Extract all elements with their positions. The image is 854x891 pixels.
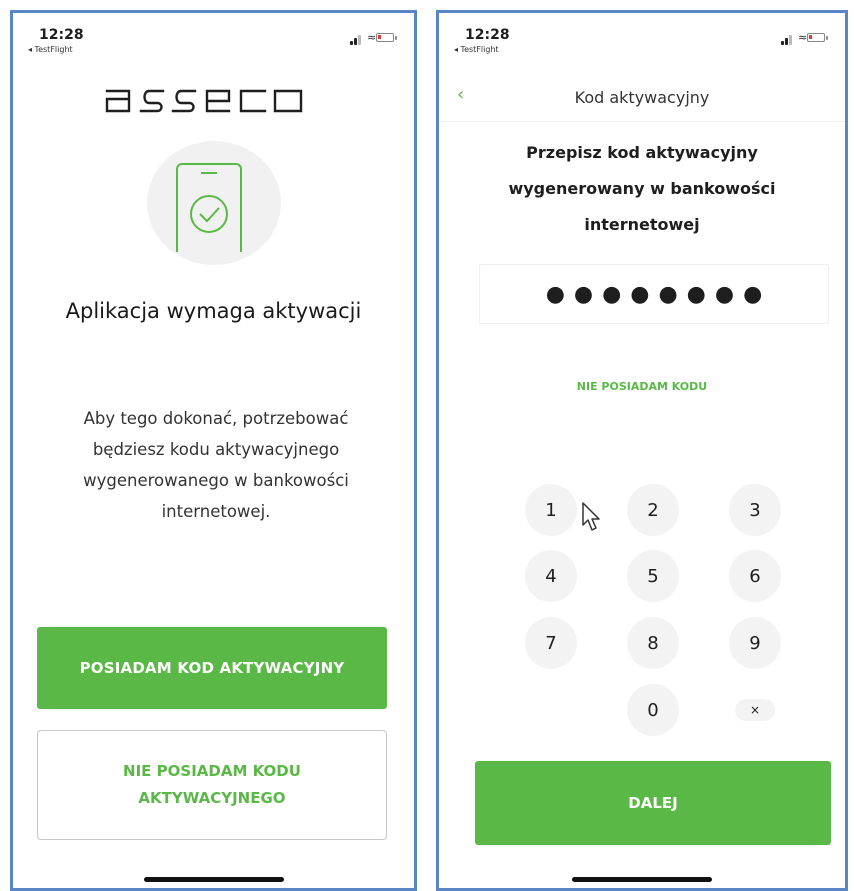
- keypad-key-4[interactable]: 4: [525, 550, 577, 602]
- no-code-link[interactable]: NIE POSIADAM KODU: [439, 380, 845, 393]
- code-instruction: Przepisz kod aktywacyjny wygenerowany w …: [508, 143, 776, 234]
- page-title: Aplikacja wymaga aktywacji: [65, 299, 362, 323]
- back-to-testflight-link[interactable]: ◂ TestFlight: [454, 45, 499, 54]
- keypad-clear-button[interactable]: ×: [735, 699, 775, 721]
- signal-icon: [781, 41, 784, 45]
- status-time: 12:28: [39, 27, 84, 43]
- battery-icon: [376, 33, 397, 42]
- wifi-icon: ≈: [798, 31, 808, 44]
- system-icons: ≈: [350, 31, 397, 45]
- no-activation-code-label: NIE POSIADAM KODU AKTYWACYJNEGO: [123, 762, 301, 807]
- no-activation-code-button[interactable]: NIE POSIADAM KODU AKTYWACYJNEGO: [37, 730, 387, 840]
- masked-code: ●●●●●●●●: [545, 281, 772, 307]
- system-icons: ≈: [781, 31, 828, 45]
- phone-check-icon: [176, 163, 242, 252]
- status-bar: 12:28 ◂ TestFlight ≈: [13, 13, 414, 61]
- activation-intro-screen: 12:28 ◂ TestFlight ≈ Aplikacja wymaga ak…: [10, 10, 417, 891]
- back-to-testflight-link[interactable]: ◂ TestFlight: [28, 45, 73, 54]
- keypad-key-1[interactable]: 1: [525, 484, 577, 536]
- status-bar: 12:28 ◂ TestFlight ≈: [439, 13, 845, 61]
- activation-description: Aby tego dokonać, potrzebować będziesz k…: [83, 409, 349, 521]
- navigation-bar: ‹ Kod aktywacyjny: [439, 81, 845, 122]
- wifi-icon: ≈: [367, 31, 377, 44]
- home-indicator: [572, 877, 712, 882]
- have-activation-code-button[interactable]: POSIADAM KOD AKTYWACYJNY: [37, 627, 387, 709]
- asseco-logo: [105, 89, 303, 113]
- keypad-key-2[interactable]: 2: [627, 484, 679, 536]
- keypad-key-7[interactable]: 7: [525, 617, 577, 669]
- mouse-cursor-icon: [582, 502, 600, 531]
- keypad-key-6[interactable]: 6: [729, 550, 781, 602]
- phone-verified-illustration: [147, 141, 281, 265]
- keypad-key-5[interactable]: 5: [627, 550, 679, 602]
- activation-code-input[interactable]: ●●●●●●●●: [479, 264, 829, 324]
- keypad-key-0[interactable]: 0: [627, 684, 679, 736]
- keypad-key-9[interactable]: 9: [729, 617, 781, 669]
- home-indicator: [143, 877, 284, 882]
- keypad-key-8[interactable]: 8: [627, 617, 679, 669]
- activation-code-screen: 12:28 ◂ TestFlight ≈ ‹ Kod aktywacyjny P…: [436, 10, 848, 891]
- nav-title: Kod aktywacyjny: [574, 88, 710, 107]
- battery-icon: [807, 33, 828, 42]
- keypad-key-3[interactable]: 3: [729, 484, 781, 536]
- next-button[interactable]: DALEJ: [475, 761, 831, 845]
- status-time: 12:28: [465, 27, 510, 43]
- signal-icon: [350, 41, 353, 45]
